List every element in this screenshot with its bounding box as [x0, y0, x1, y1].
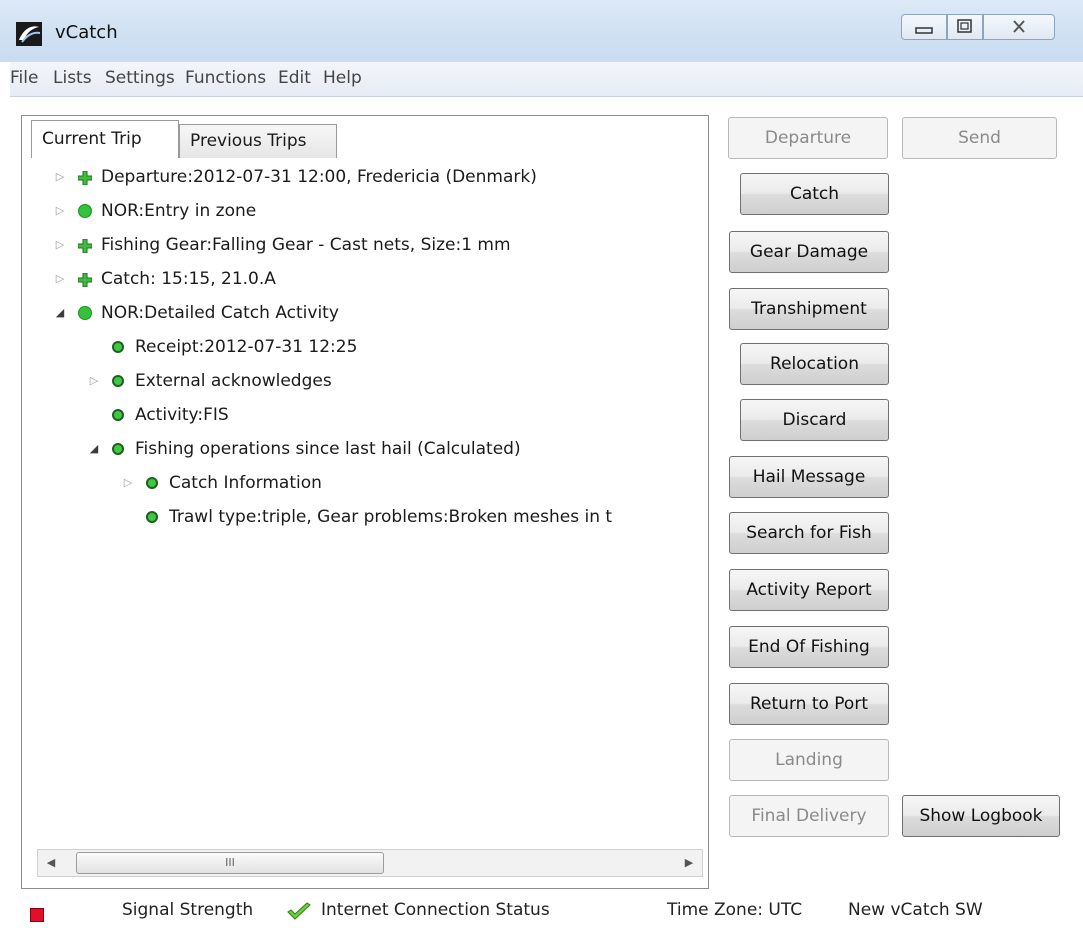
maximize-button[interactable] [947, 14, 983, 40]
end-of-fishing-button[interactable]: End Of Fishing [729, 626, 889, 668]
tree-node-label: Activity:FIS [135, 405, 229, 425]
catch-button[interactable]: Catch [740, 173, 889, 215]
final-delivery-button[interactable]: Final Delivery [729, 795, 889, 837]
tree-node-label: Trawl type:triple, Gear problems:Broken … [169, 507, 613, 527]
tree-node-label: Receipt:2012-07-31 12:25 [135, 337, 358, 357]
menu-edit[interactable]: Edit [278, 68, 311, 88]
signal-strength-label: Signal Strength [122, 900, 254, 920]
tree-node[interactable]: ▷ NOR:Entry in zone [33, 196, 703, 226]
timezone-label: Time Zone: UTC [667, 900, 803, 920]
collapse-arrow-icon[interactable]: ◢ [53, 298, 67, 328]
expand-arrow-icon[interactable]: ▷ [53, 264, 67, 294]
expand-arrow-icon[interactable]: ▷ [53, 196, 67, 226]
tree-node-label: Catch Information [169, 473, 322, 493]
tree-node-label: Fishing Gear:Falling Gear - Cast nets, S… [101, 235, 511, 255]
close-button[interactable] [983, 14, 1055, 40]
tree-node-label: Catch: 15:15, 21.0.A [101, 269, 276, 289]
plus-icon [78, 273, 92, 287]
tree-node[interactable]: ▷ Fishing Gear:Falling Gear - Cast nets,… [33, 230, 703, 260]
menu-settings[interactable]: Settings [105, 68, 175, 88]
plus-icon [78, 171, 92, 185]
expand-arrow-icon[interactable]: ▷ [121, 468, 135, 498]
tree-node[interactable]: ▷ External acknowledges [33, 366, 703, 396]
transhipment-button[interactable]: Transhipment [729, 288, 889, 330]
menu-bar: File Lists Settings Functions Edit Help [10, 62, 1083, 97]
software-version-label: New vCatch SW [848, 900, 983, 920]
green-dot-icon [78, 204, 92, 218]
tree-node[interactable]: Activity:FIS [33, 400, 703, 430]
hail-message-button[interactable]: Hail Message [729, 456, 889, 498]
scroll-right-arrow-icon[interactable]: ▶ [676, 850, 702, 876]
vcatch-logo-icon [16, 22, 42, 46]
tree-node-label: NOR:Entry in zone [101, 201, 257, 221]
minimize-button[interactable] [901, 14, 947, 40]
green-dot-icon [78, 306, 92, 320]
tree-node[interactable]: ◢ NOR:Detailed Catch Activity [33, 298, 703, 328]
tree-node[interactable]: ▷ Departure:2012-07-31 12:00, Fredericia… [33, 162, 703, 192]
small-dot-icon [112, 375, 124, 387]
tree-node[interactable]: ◢ Fishing operations since last hail (Ca… [33, 434, 703, 464]
title-bar: vCatch [0, 0, 1083, 62]
search-for-fish-button[interactable]: Search for Fish [729, 512, 889, 554]
departure-button[interactable]: Departure [728, 117, 888, 159]
trip-tree: ▷ Departure:2012-07-31 12:00, Fredericia… [33, 158, 703, 848]
horizontal-scrollbar[interactable]: ◀ III ▶ [37, 849, 703, 877]
expand-arrow-icon[interactable]: ▷ [53, 162, 67, 192]
signal-indicator-icon [30, 908, 44, 922]
tree-node[interactable]: ▷ Catch Information [33, 468, 703, 498]
menu-file[interactable]: File [10, 68, 38, 88]
tree-node[interactable]: ▷ Catch: 15:15, 21.0.A [33, 264, 703, 294]
send-button[interactable]: Send [902, 117, 1057, 159]
expand-arrow-icon[interactable]: ▷ [53, 230, 67, 260]
close-icon [1013, 20, 1025, 33]
expand-arrow-icon[interactable]: ▷ [87, 366, 101, 396]
show-logbook-button[interactable]: Show Logbook [902, 795, 1060, 837]
landing-button[interactable]: Landing [729, 739, 889, 781]
tab-previous-trips[interactable]: Previous Trips [179, 124, 337, 158]
tree-node-label: Fishing operations since last hail (Calc… [135, 439, 521, 459]
gear-damage-button[interactable]: Gear Damage [729, 231, 889, 273]
window-title: vCatch [55, 22, 118, 43]
internet-status-label: Internet Connection Status [321, 900, 550, 920]
scroll-thumb[interactable]: III [76, 852, 384, 874]
checkmark-icon [287, 902, 311, 920]
relocation-button[interactable]: Relocation [740, 343, 889, 385]
tab-current-trip[interactable]: Current Trip [31, 120, 179, 158]
small-dot-icon [112, 409, 124, 421]
menu-functions[interactable]: Functions [185, 68, 266, 88]
tree-node[interactable]: Receipt:2012-07-31 12:25 [33, 332, 703, 362]
tree-node-label: Departure:2012-07-31 12:00, Fredericia (… [101, 167, 537, 187]
minimize-icon [915, 27, 933, 34]
tree-node[interactable]: Trawl type:triple, Gear problems:Broken … [33, 502, 703, 532]
small-dot-icon [146, 511, 158, 523]
status-bar: Signal Strength Internet Connection Stat… [0, 886, 1083, 942]
menu-lists[interactable]: Lists [53, 68, 92, 88]
discard-button[interactable]: Discard [740, 399, 889, 441]
small-dot-icon [112, 443, 124, 455]
plus-icon [78, 239, 92, 253]
restore-icon [957, 19, 972, 33]
return-to-port-button[interactable]: Return to Port [729, 683, 889, 725]
tree-node-label: NOR:Detailed Catch Activity [101, 303, 339, 323]
activity-report-button[interactable]: Activity Report [729, 569, 889, 611]
tree-node-label: External acknowledges [135, 371, 332, 391]
scroll-left-arrow-icon[interactable]: ◀ [38, 850, 64, 876]
small-dot-icon [146, 477, 158, 489]
collapse-arrow-icon[interactable]: ◢ [87, 434, 101, 464]
small-dot-icon [112, 341, 124, 353]
menu-help[interactable]: Help [323, 68, 362, 88]
